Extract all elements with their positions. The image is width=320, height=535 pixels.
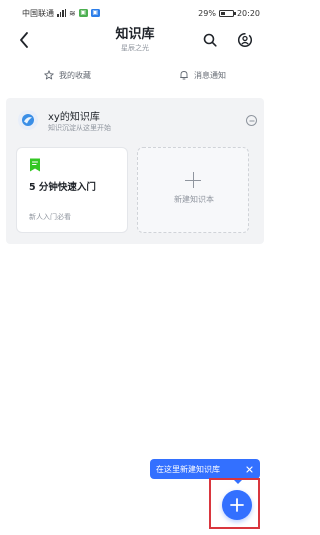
knowledge-base-name: xy的知识库 bbox=[48, 112, 100, 123]
plus-icon bbox=[230, 498, 244, 512]
new-notebook-label: 新建知识本 bbox=[174, 195, 214, 204]
app-notification-icon: ▣ bbox=[78, 9, 88, 17]
status-right: 29% 20:20 bbox=[198, 9, 260, 18]
collapse-button[interactable] bbox=[246, 115, 257, 126]
kb-logo-graphic bbox=[22, 114, 34, 126]
card-subtitle: 新人入门必看 bbox=[29, 213, 71, 221]
card-title: 5 分钟快速入门 bbox=[29, 182, 96, 193]
chevron-left-icon bbox=[20, 32, 28, 48]
quickstart-card[interactable]: 5 分钟快速入门 新人入门必看 bbox=[16, 147, 128, 233]
status-bar: 中国联通 ≋ ▣ ▣ 29% 20:20 bbox=[0, 0, 270, 26]
favorites-link[interactable]: 我的收藏 bbox=[0, 64, 135, 86]
title-block: 知识库 星辰之光 bbox=[85, 27, 185, 53]
minus-icon bbox=[249, 120, 254, 121]
knowledge-base-description: 知识沉淀从这里开始 bbox=[48, 124, 111, 132]
profile-button[interactable] bbox=[235, 30, 255, 50]
star-icon bbox=[44, 70, 54, 80]
status-left: 中国联通 ≋ ▣ ▣ bbox=[22, 8, 100, 19]
battery-percent: 29% bbox=[198, 8, 216, 18]
wifi-icon: ≋ bbox=[69, 8, 76, 18]
app-notification-icon-2: ▣ bbox=[90, 9, 100, 17]
knowledge-base-panel: xy的知识库 知识沉淀从这里开始 5 分钟快速入门 新人入门必看 新建知识本 bbox=[6, 98, 264, 244]
page-subtitle: 星辰之光 bbox=[121, 44, 149, 52]
tooltip-text: 在这里新建知识库 bbox=[156, 464, 220, 474]
clock: 20:20 bbox=[236, 8, 260, 18]
quick-links: 我的收藏 消息通知 bbox=[0, 64, 270, 86]
new-notebook-card[interactable]: 新建知识本 bbox=[137, 147, 249, 233]
signal-icon bbox=[57, 9, 66, 17]
bell-icon bbox=[180, 71, 188, 80]
app-header: 知识库 星辰之光 bbox=[0, 26, 270, 56]
tooltip-close-button[interactable] bbox=[244, 464, 254, 474]
battery-icon bbox=[218, 9, 236, 17]
favorites-label: 我的收藏 bbox=[59, 70, 91, 80]
create-knowledge-base-button[interactable] bbox=[222, 490, 252, 520]
notifications-label: 消息通知 bbox=[194, 70, 226, 80]
search-icon bbox=[203, 33, 217, 47]
back-button[interactable] bbox=[15, 30, 33, 50]
search-button[interactable] bbox=[200, 30, 220, 50]
new-kb-tooltip: 在这里新建知识库 bbox=[150, 459, 260, 479]
user-settings-icon bbox=[237, 32, 253, 48]
notifications-link[interactable]: 消息通知 bbox=[135, 64, 270, 86]
page-title: 知识库 bbox=[115, 27, 155, 42]
carrier-label: 中国联通 bbox=[22, 8, 54, 18]
document-icon bbox=[30, 158, 40, 172]
close-icon bbox=[245, 465, 253, 473]
plus-icon bbox=[185, 172, 201, 188]
knowledge-base-logo-icon bbox=[18, 110, 38, 130]
